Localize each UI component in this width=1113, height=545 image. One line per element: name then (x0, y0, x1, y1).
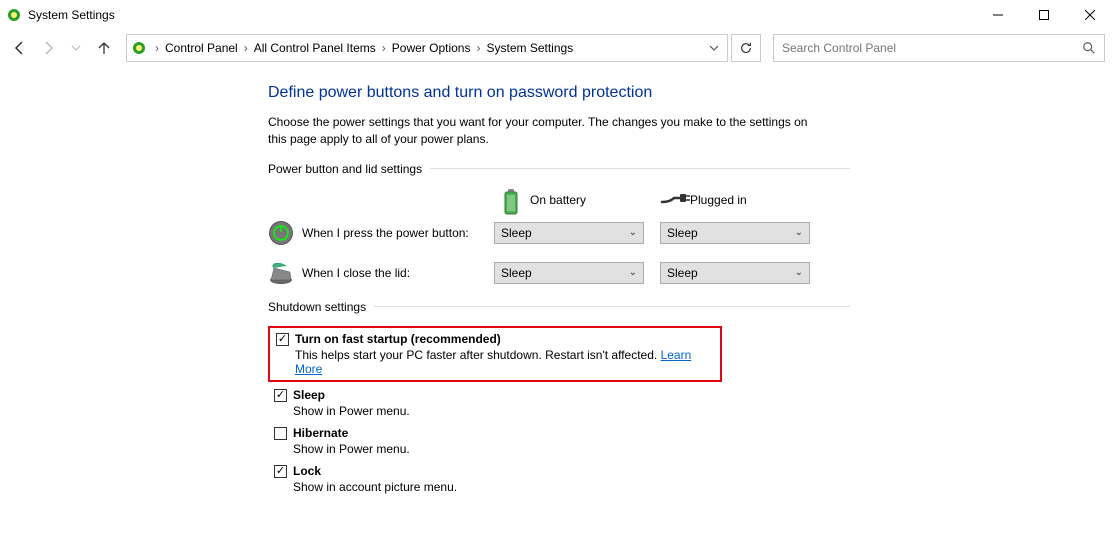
hibernate-label: Hibernate (293, 426, 348, 440)
power-button-battery-dropdown[interactable]: Sleep⌄ (494, 222, 644, 244)
lid-plugged-dropdown[interactable]: Sleep⌄ (660, 262, 810, 284)
breadcrumb-item[interactable]: Control Panel (163, 41, 240, 55)
forward-button[interactable] (36, 36, 60, 60)
search-icon[interactable] (1082, 41, 1096, 55)
chevron-down-icon: ⌄ (795, 227, 803, 238)
breadcrumb-item[interactable]: System Settings (484, 41, 575, 55)
lid-icon (268, 260, 294, 286)
chevron-right-icon[interactable]: › (378, 41, 390, 55)
chevron-right-icon[interactable]: › (240, 41, 252, 55)
window-title: System Settings (28, 8, 115, 22)
chevron-down-icon: ⌄ (629, 227, 637, 238)
lid-battery-dropdown[interactable]: Sleep⌄ (494, 262, 644, 284)
maximize-button[interactable] (1021, 0, 1067, 30)
section-title-power-button: Power button and lid settings (268, 162, 430, 176)
hibernate-checkbox[interactable] (274, 427, 287, 440)
fast-startup-label: Turn on fast startup (recommended) (295, 332, 501, 346)
fast-startup-desc: This helps start your PC faster after sh… (295, 348, 661, 362)
back-button[interactable] (8, 36, 32, 60)
lock-checkbox[interactable] (274, 465, 287, 478)
plug-icon (660, 188, 684, 212)
power-button-icon (268, 220, 294, 246)
lid-label: When I close the lid: (302, 266, 494, 280)
sleep-label: Sleep (293, 388, 325, 402)
search-input[interactable] (782, 41, 1082, 55)
column-header-battery: On battery (530, 193, 586, 207)
app-icon (6, 7, 22, 23)
up-button[interactable] (92, 36, 116, 60)
hibernate-desc: Show in Power menu. (268, 442, 1113, 456)
power-button-plugged-dropdown[interactable]: Sleep⌄ (660, 222, 810, 244)
power-button-label: When I press the power button: (302, 226, 494, 240)
battery-icon (500, 188, 524, 212)
close-button[interactable] (1067, 0, 1113, 30)
breadcrumb-item[interactable]: Power Options (390, 41, 473, 55)
address-bar[interactable]: › Control Panel › All Control Panel Item… (126, 34, 728, 62)
highlight-annotation: Turn on fast startup (recommended) This … (268, 326, 722, 382)
breadcrumb-item[interactable]: All Control Panel Items (252, 41, 378, 55)
fast-startup-checkbox[interactable] (276, 333, 289, 346)
chevron-right-icon[interactable]: › (472, 41, 484, 55)
lock-desc: Show in account picture menu. (268, 480, 1113, 494)
page-title: Define power buttons and turn on passwor… (268, 84, 1113, 102)
page-description: Choose the power settings that you want … (268, 114, 828, 148)
chevron-right-icon[interactable]: › (151, 41, 163, 55)
section-title-shutdown: Shutdown settings (268, 300, 374, 314)
search-box[interactable] (773, 34, 1105, 62)
lock-label: Lock (293, 464, 321, 478)
column-header-plugged: Plugged in (690, 193, 747, 207)
address-app-icon (131, 40, 147, 56)
sleep-checkbox[interactable] (274, 389, 287, 402)
recent-dropdown[interactable] (64, 36, 88, 60)
chevron-down-icon: ⌄ (795, 267, 803, 278)
chevron-down-icon: ⌄ (629, 267, 637, 278)
chevron-down-icon[interactable] (705, 43, 723, 53)
sleep-desc: Show in Power menu. (268, 404, 1113, 418)
minimize-button[interactable] (975, 0, 1021, 30)
refresh-button[interactable] (731, 34, 761, 62)
